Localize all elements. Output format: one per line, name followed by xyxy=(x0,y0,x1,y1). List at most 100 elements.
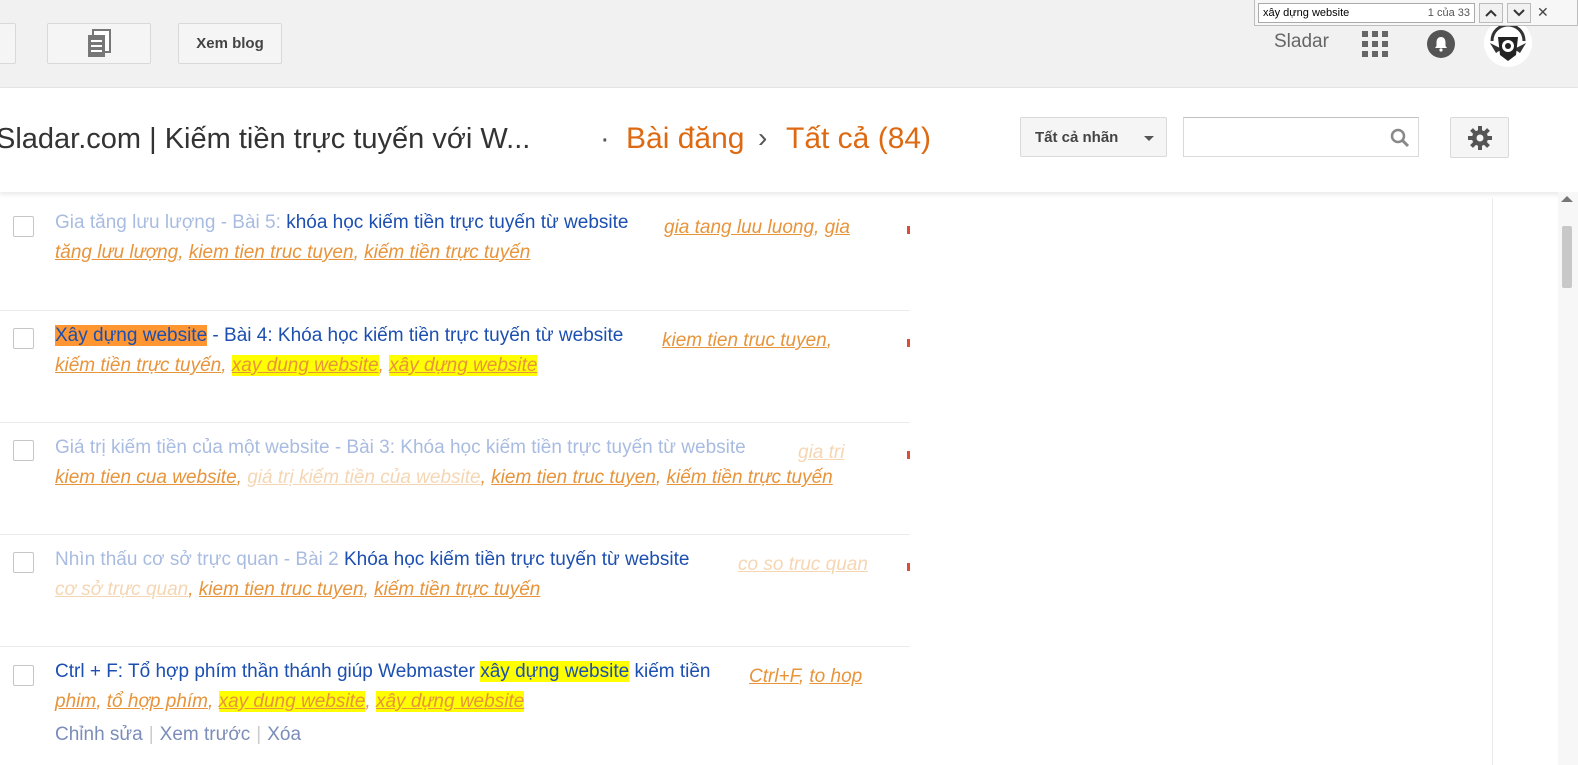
label-link[interactable]: kiem tien truc tuyen xyxy=(491,467,656,488)
label-link[interactable]: tổ hợp phím xyxy=(107,691,208,712)
post-title[interactable]: Gia tăng lưu lượng - Bài 5: khóa học kiế… xyxy=(55,208,628,238)
find-close-icon[interactable]: ✕ xyxy=(1537,4,1549,21)
label-link[interactable]: gia tri xyxy=(798,442,844,463)
post-title-lead: Gia tăng lưu lượng - Bài 5: xyxy=(55,212,287,233)
post-labels: kiếm tiền trực tuyến, xay dung website, … xyxy=(55,355,538,376)
breadcrumb-separator: · xyxy=(600,123,610,155)
label-link[interactable]: xây dựng website xyxy=(375,691,525,712)
find-query: xây dựng website xyxy=(1263,6,1350,19)
label-link[interactable]: xay dung website xyxy=(218,691,366,712)
action-divider: | xyxy=(256,724,262,745)
label-link[interactable]: kiếm tiền trực tuyến xyxy=(55,355,221,376)
post-title-rest: Khóa học kiếm tiền trực tuyến từ website xyxy=(400,437,746,458)
view-blog-button[interactable]: Xem blog xyxy=(178,23,282,64)
label-link[interactable]: gia xyxy=(825,217,850,238)
post-title-rest: khóa học kiếm tiền trực tuyến từ website xyxy=(286,212,629,233)
post-labels: tăng lưu lượng, kiem tien truc tuyen, ki… xyxy=(55,242,531,263)
breadcrumb-posts[interactable]: Bài đăng xyxy=(626,122,744,156)
find-bar: xây dựng website 1 của 33 ✕ xyxy=(1254,0,1578,26)
row-status-marker xyxy=(907,226,910,234)
label-link[interactable]: cơ sở trực quan xyxy=(55,579,188,600)
avatar-emblem-icon xyxy=(1490,23,1526,61)
avatar[interactable] xyxy=(1484,19,1532,67)
label-link[interactable]: phim xyxy=(55,691,96,712)
row-checkbox[interactable] xyxy=(13,665,34,686)
post-labels: cơ sở trực quan, kiem tien truc tuyen, k… xyxy=(55,579,541,600)
scroll-up-arrow-icon[interactable] xyxy=(1561,196,1573,202)
blog-title[interactable]: Sladar.com | Kiếm tiền trực tuyến với W.… xyxy=(0,123,530,156)
list-right-border xyxy=(1492,198,1493,765)
post-title-rest: - Bài 4: Khóa học kiếm tiền trực tuyến t… xyxy=(207,325,624,346)
new-post-button[interactable] xyxy=(0,23,16,64)
chevron-up-icon xyxy=(1485,9,1497,17)
post-labels: Ctrl+F, to hop xyxy=(749,666,863,687)
search-icon[interactable] xyxy=(1390,128,1410,148)
preview-link[interactable]: Xem trước xyxy=(160,724,251,745)
find-previous-button[interactable] xyxy=(1479,2,1503,23)
label-link[interactable]: xây dựng website xyxy=(389,355,538,376)
row-status-marker xyxy=(907,451,910,459)
post-title-rest: Khóa học kiếm tiền trực tuyến từ website xyxy=(344,549,690,570)
action-divider: | xyxy=(148,724,154,745)
notifications-bell-icon[interactable] xyxy=(1427,30,1455,58)
labels-dropdown[interactable]: Tất cả nhãn xyxy=(1020,117,1167,157)
label-link[interactable]: Ctrl+F xyxy=(749,666,799,687)
scrollbar-thumb[interactable] xyxy=(1562,226,1572,288)
row-checkbox[interactable] xyxy=(13,328,34,349)
label-link[interactable]: to hop xyxy=(809,666,862,687)
post-title[interactable]: Xây dựng website - Bài 4: Khóa học kiếm … xyxy=(55,321,623,351)
find-match-count: 1 của 33 xyxy=(1427,6,1470,19)
table-row[interactable]: Xây dựng website - Bài 4: Khóa học kiếm … xyxy=(0,311,910,423)
label-link[interactable]: gia tang luu luong xyxy=(664,217,814,238)
label-link[interactable]: kiem tien cua website xyxy=(55,467,237,488)
search-input[interactable] xyxy=(1183,117,1419,157)
table-row[interactable]: Nhìn thấu cơ sở trực quan - Bài 2 Khóa h… xyxy=(0,535,910,647)
breadcrumb-all-posts[interactable]: Tất cả (84) xyxy=(786,122,931,156)
label-link[interactable]: kiếm tiền trực tuyến xyxy=(374,579,540,600)
find-match: xây dựng website xyxy=(480,661,630,682)
post-labels: co so truc quan xyxy=(738,550,868,580)
post-title-lead: Nhìn thấu cơ sở trực quan - Bài 2 xyxy=(55,549,344,570)
table-row[interactable]: Ctrl + F: Tổ hợp phím thần thánh giúp We… xyxy=(0,647,910,765)
post-title[interactable]: Nhìn thấu cơ sở trực quan - Bài 2 Khóa h… xyxy=(55,545,689,575)
labels-dropdown-value: Tất cả nhãn xyxy=(1035,128,1119,146)
pages-button[interactable] xyxy=(47,23,151,64)
row-checkbox[interactable] xyxy=(13,216,34,237)
breadcrumb-arrow: › xyxy=(758,122,768,153)
chevron-down-icon xyxy=(1513,8,1525,16)
label-link[interactable]: kiem tien truc tuyen xyxy=(662,330,827,351)
account-name[interactable]: Sladar xyxy=(1274,31,1329,53)
post-title[interactable]: Giá trị kiếm tiền của một website - Bài … xyxy=(55,433,746,463)
post-labels: phim, tổ hợp phím, xay dung website, xây… xyxy=(55,691,525,712)
find-current-match: Xây dựng website xyxy=(55,325,208,346)
find-next-button[interactable] xyxy=(1507,2,1531,23)
label-link[interactable]: co so truc quan xyxy=(738,554,868,575)
pages-icon xyxy=(88,28,111,57)
row-checkbox[interactable] xyxy=(13,440,34,461)
label-link[interactable]: giá trị kiếm tiền của website xyxy=(247,467,480,488)
apps-grid-icon[interactable] xyxy=(1361,30,1389,58)
label-link[interactable]: kiếm tiền trực tuyến xyxy=(666,467,832,488)
row-actions: Chỉnh sửa | Xem trước | Xóa xyxy=(55,724,301,746)
edit-link[interactable]: Chỉnh sửa xyxy=(55,724,143,745)
page-scrollbar[interactable] xyxy=(1558,192,1578,765)
label-link[interactable]: xay dung website xyxy=(231,355,379,376)
delete-link[interactable]: Xóa xyxy=(267,724,301,745)
label-link[interactable]: kiem tien truc tuyen xyxy=(199,579,364,600)
post-labels: kiem tien truc tuyen, xyxy=(662,330,833,351)
post-labels: kiem tien cua website, giá trị kiếm tiền… xyxy=(55,467,833,488)
row-checkbox[interactable] xyxy=(13,552,34,573)
post-title-tail: kiếm tiền xyxy=(629,661,711,682)
caret-down-icon xyxy=(1144,136,1154,141)
find-input[interactable]: xây dựng website 1 của 33 xyxy=(1258,2,1475,23)
label-link[interactable]: kiếm tiền trực tuyến xyxy=(364,242,530,263)
settings-button[interactable] xyxy=(1450,117,1509,158)
table-row[interactable]: Giá trị kiếm tiền của một website - Bài … xyxy=(0,423,910,535)
page-header: Sladar.com | Kiếm tiền trực tuyến với W.… xyxy=(0,88,1578,192)
post-title-lead: Ctrl + F: Tổ hợp phím thần thánh giúp We… xyxy=(55,661,481,682)
label-link[interactable]: kiem tien truc tuyen xyxy=(189,242,354,263)
table-row[interactable]: Gia tăng lưu lượng - Bài 5: khóa học kiế… xyxy=(0,198,910,311)
label-link[interactable]: tăng lưu lượng xyxy=(55,242,178,263)
post-labels: gia tang luu luong, gia xyxy=(664,217,850,238)
post-title[interactable]: Ctrl + F: Tổ hợp phím thần thánh giúp We… xyxy=(55,657,711,687)
